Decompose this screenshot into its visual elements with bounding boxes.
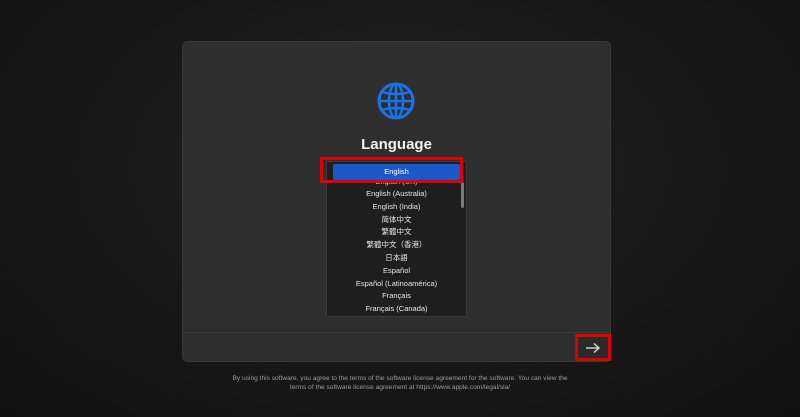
language-option[interactable]: Français (Canada) — [327, 303, 466, 316]
language-option[interactable]: 日本語 — [327, 252, 466, 265]
language-option[interactable]: English (India) — [327, 201, 466, 214]
language-option[interactable]: Français — [327, 290, 466, 303]
globe-icon — [377, 82, 415, 120]
page-title: Language — [361, 136, 432, 153]
language-option[interactable]: Español — [327, 265, 466, 278]
language-option[interactable]: 繁體中文 — [327, 226, 466, 239]
license-line-2[interactable]: terms of the software license agreement … — [180, 383, 620, 392]
language-option-selected[interactable]: English — [333, 164, 460, 180]
language-option[interactable]: 繁體中文（香港） — [327, 239, 466, 252]
arrow-right-icon — [586, 342, 601, 353]
language-list[interactable]: English English (UK) English (Australia)… — [326, 161, 467, 317]
setup-screen: Language English English (UK) English (A… — [0, 0, 800, 417]
license-notice: By using this software, you agree to the… — [180, 374, 620, 392]
language-option[interactable]: Español (Latinoamérica) — [327, 278, 466, 291]
bottom-bar — [182, 332, 611, 363]
language-panel: Language English English (UK) English (A… — [182, 41, 611, 362]
language-option[interactable]: 简体中文 — [327, 214, 466, 227]
language-option[interactable]: English (UK) — [327, 180, 466, 188]
language-option[interactable]: English (Australia) — [327, 188, 466, 201]
list-scrollbar[interactable] — [461, 182, 464, 208]
license-line-1: By using this software, you agree to the… — [232, 375, 568, 382]
continue-button[interactable] — [575, 334, 611, 361]
